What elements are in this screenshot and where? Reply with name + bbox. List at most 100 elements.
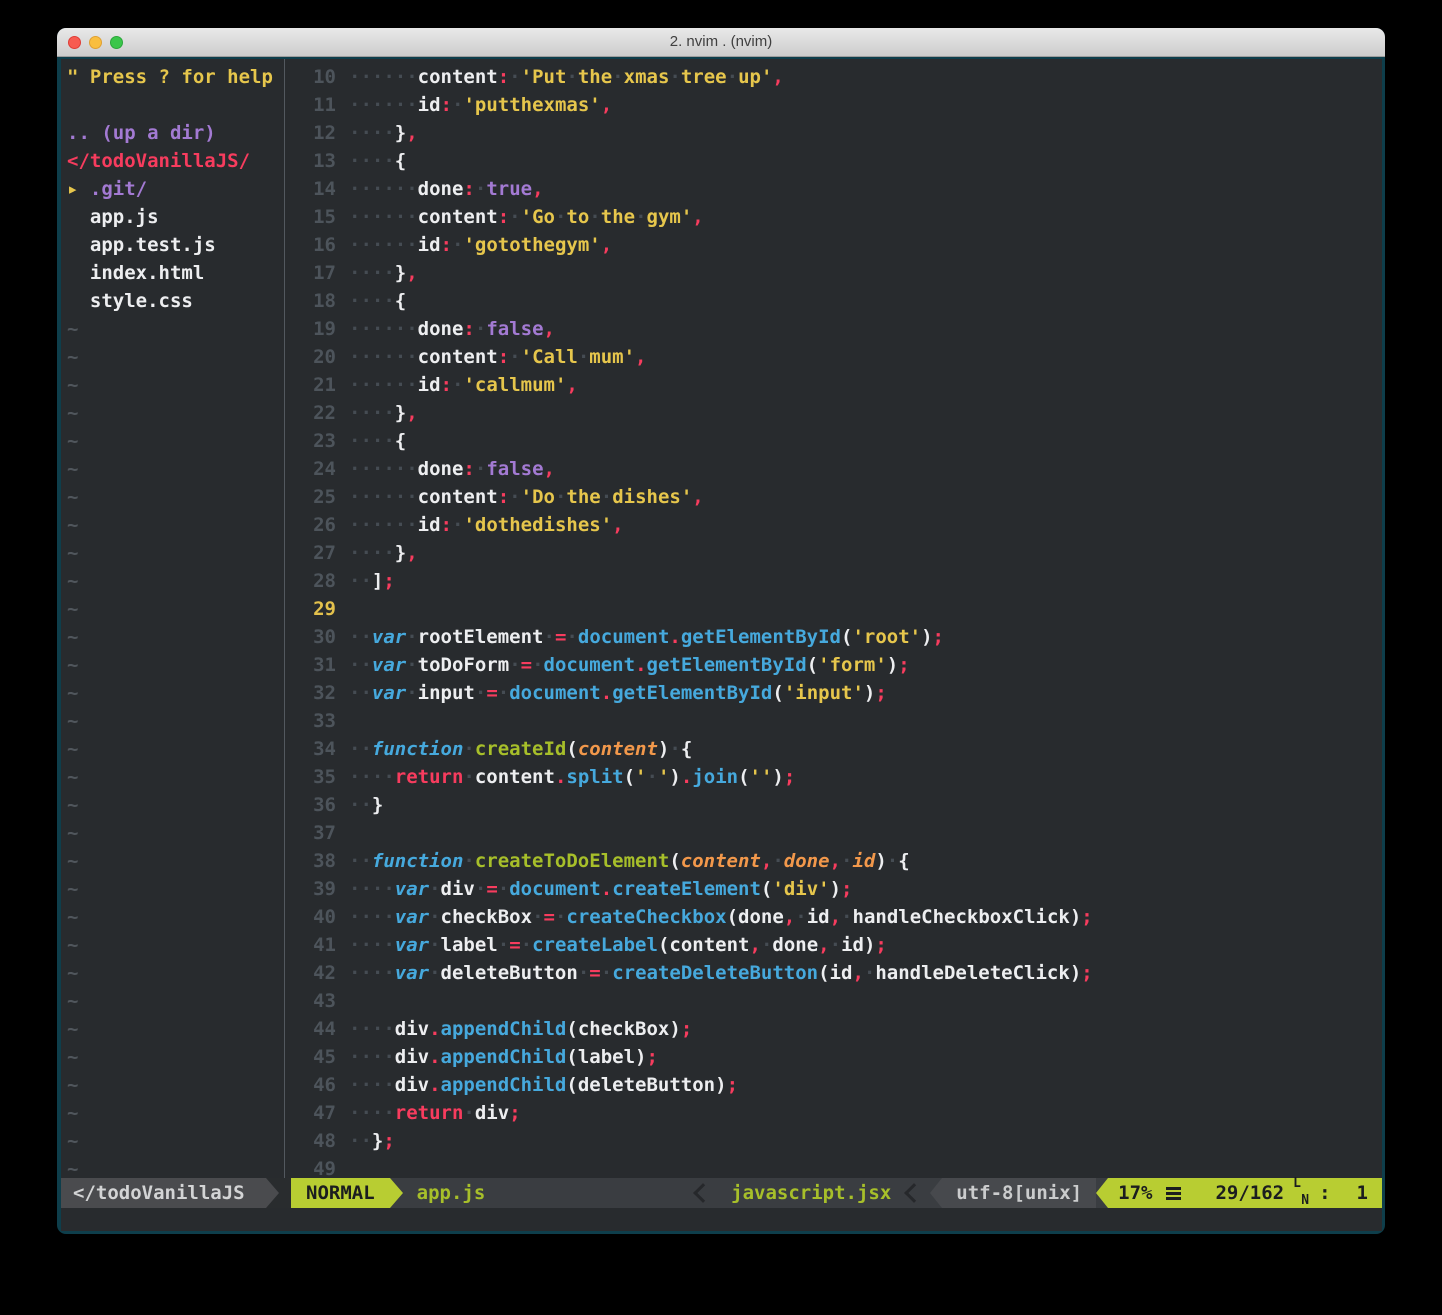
code-line: 10······content:·'Put·the·xmas·tree·up', — [286, 63, 1382, 91]
code-line: 15······content:·'Go·to·the·gym', — [286, 203, 1382, 231]
zoom-button[interactable] — [110, 36, 123, 49]
nerdtree-sidebar[interactable]: " Press ? for help .. (up a dir) </todoV… — [61, 59, 285, 1178]
tree-item-file[interactable]: index.html — [67, 259, 284, 287]
tilde-marker: ~ — [67, 987, 284, 1015]
line-number: 14 — [286, 175, 336, 203]
title-bar[interactable]: 2. nvim . (nvim) — [57, 28, 1385, 57]
tilde-marker: ~ — [67, 343, 284, 371]
line-number: 18 — [286, 287, 336, 315]
line-number: 17 — [286, 259, 336, 287]
current-filename: app.js — [403, 1178, 500, 1208]
tilde-marker: ~ — [67, 427, 284, 455]
code-text: ····var·label·=·createLabel(content,·don… — [349, 931, 887, 959]
tree-item-up-dir[interactable]: .. (up a dir) — [67, 119, 284, 147]
code-line: 18 ····{ — [286, 287, 1382, 315]
tilde-marker: ~ — [67, 847, 284, 875]
line-number: 21 — [286, 371, 336, 399]
close-button[interactable] — [68, 36, 81, 49]
code-text: ······done:·false, — [349, 315, 555, 343]
tilde-marker: ~ — [67, 763, 284, 791]
traffic-lights — [68, 36, 123, 49]
tilde-marker: ~ — [67, 483, 284, 511]
line-number: 49 — [286, 1155, 336, 1178]
line-number: 24 — [286, 455, 336, 483]
line-number: 47 — [286, 1099, 336, 1127]
line-number: 31 — [286, 651, 336, 679]
code-line: 25······content:·'Do·the·dishes', — [286, 483, 1382, 511]
disclosure-triangle-icon: ▸ — [67, 175, 90, 203]
code-text: ····return·content.split('·').join(''); — [349, 763, 795, 791]
code-line: 35····return·content.split('·').join('')… — [286, 763, 1382, 791]
code-line: 17 ····}, — [286, 259, 1382, 287]
tilde-marker: ~ — [67, 623, 284, 651]
tree-item-dir[interactable]: ▸.git/ — [67, 175, 284, 203]
nerdtree-statusline-path: </todoVanillaJS — [61, 1178, 266, 1208]
line-number: 12 — [286, 119, 336, 147]
tilde-marker: ~ — [67, 819, 284, 847]
code-line: 23····{ — [286, 427, 1382, 455]
code-line: 41····var·label·=·createLabel(content,·d… — [286, 931, 1382, 959]
tilde-marker: ~ — [67, 455, 284, 483]
powerline-arrow-icon — [930, 1178, 942, 1208]
code-text: ······content:·'Do·the·dishes', — [349, 483, 704, 511]
code-line: 24······done:·false, — [286, 455, 1382, 483]
command-line[interactable] — [61, 1208, 1382, 1231]
line-position: 29/162 — [1215, 1178, 1284, 1208]
code-line: 30··var·rootElement·=·document.getElemen… — [286, 623, 1382, 651]
tree-root-path[interactable]: </todoVanillaJS/ — [67, 147, 284, 175]
code-line: 48··}; — [286, 1127, 1382, 1155]
code-line: 11······id:·'putthexmas', — [286, 91, 1382, 119]
line-number: 16 — [286, 231, 336, 259]
line-number: 29 — [286, 595, 336, 623]
code-line: 40····var·checkBox·=·createCheckbox(done… — [286, 903, 1382, 931]
code-line: 36··} — [286, 791, 1382, 819]
tree-item-label: app.test.js — [90, 234, 216, 256]
tree-item-file[interactable]: app.js — [67, 203, 284, 231]
position-segment: 17% 29/162 LN : 1 — [1108, 1178, 1382, 1208]
line-number: 34 — [286, 735, 336, 763]
code-text: ····div.appendChild(deleteButton); — [349, 1071, 738, 1099]
tree-item-label: .git/ — [90, 178, 147, 200]
tilde-marker: ~ — [67, 595, 284, 623]
code-line: 44····div.appendChild(checkBox); — [286, 1015, 1382, 1043]
code-text: ······id:·'putthexmas', — [349, 91, 612, 119]
code-text: ··} — [349, 791, 383, 819]
statusline-spacer — [499, 1178, 692, 1208]
line-number: 30 — [286, 623, 336, 651]
tilde-marker: ~ — [67, 875, 284, 903]
filetype-indicator: javascript.jsx — [719, 1178, 903, 1208]
line-number: 20 — [286, 343, 336, 371]
code-text: ····{ — [349, 427, 406, 455]
line-number: 19 — [286, 315, 336, 343]
minimize-button[interactable] — [89, 36, 102, 49]
line-number: 38 — [286, 847, 336, 875]
code-line: 26······id:·'dothedishes', — [286, 511, 1382, 539]
code-line: 32··var·input·=·document.getElementById(… — [286, 679, 1382, 707]
code-text: ··}; — [349, 1127, 395, 1155]
tilde-marker: ~ — [67, 371, 284, 399]
tilde-marker: ~ — [67, 1015, 284, 1043]
code-area[interactable]: 10······content:·'Put·the·xmas·tree·up',… — [286, 59, 1382, 1178]
line-number: 26 — [286, 511, 336, 539]
code-line: 29 — [286, 595, 1382, 623]
tree-item-label: index.html — [90, 262, 204, 284]
code-text: ··var·toDoForm·=·document.getElementById… — [349, 651, 910, 679]
lines-icon — [1166, 1192, 1181, 1195]
code-line: 38··function·createToDoElement(content,·… — [286, 847, 1382, 875]
code-line: 21······id:·'callmum', — [286, 371, 1382, 399]
column-number: 1 — [1357, 1178, 1368, 1208]
tree-item-file[interactable]: app.test.js — [67, 231, 284, 259]
line-number: 42 — [286, 959, 336, 987]
code-text: ··]; — [349, 567, 395, 595]
line-number: 33 — [286, 707, 336, 735]
scroll-percent: 17% — [1118, 1178, 1152, 1208]
tilde-marker: ~ — [67, 315, 284, 343]
tree-item-label: style.css — [90, 290, 193, 312]
tree-item-file[interactable]: style.css — [67, 287, 284, 315]
code-text: ····}, — [349, 259, 418, 287]
tilde-marker: ~ — [67, 903, 284, 931]
powerline-arrow-icon — [1096, 1178, 1108, 1208]
code-text: ····{ — [349, 287, 406, 315]
tilde-marker: ~ — [67, 1127, 284, 1155]
tilde-marker: ~ — [67, 735, 284, 763]
